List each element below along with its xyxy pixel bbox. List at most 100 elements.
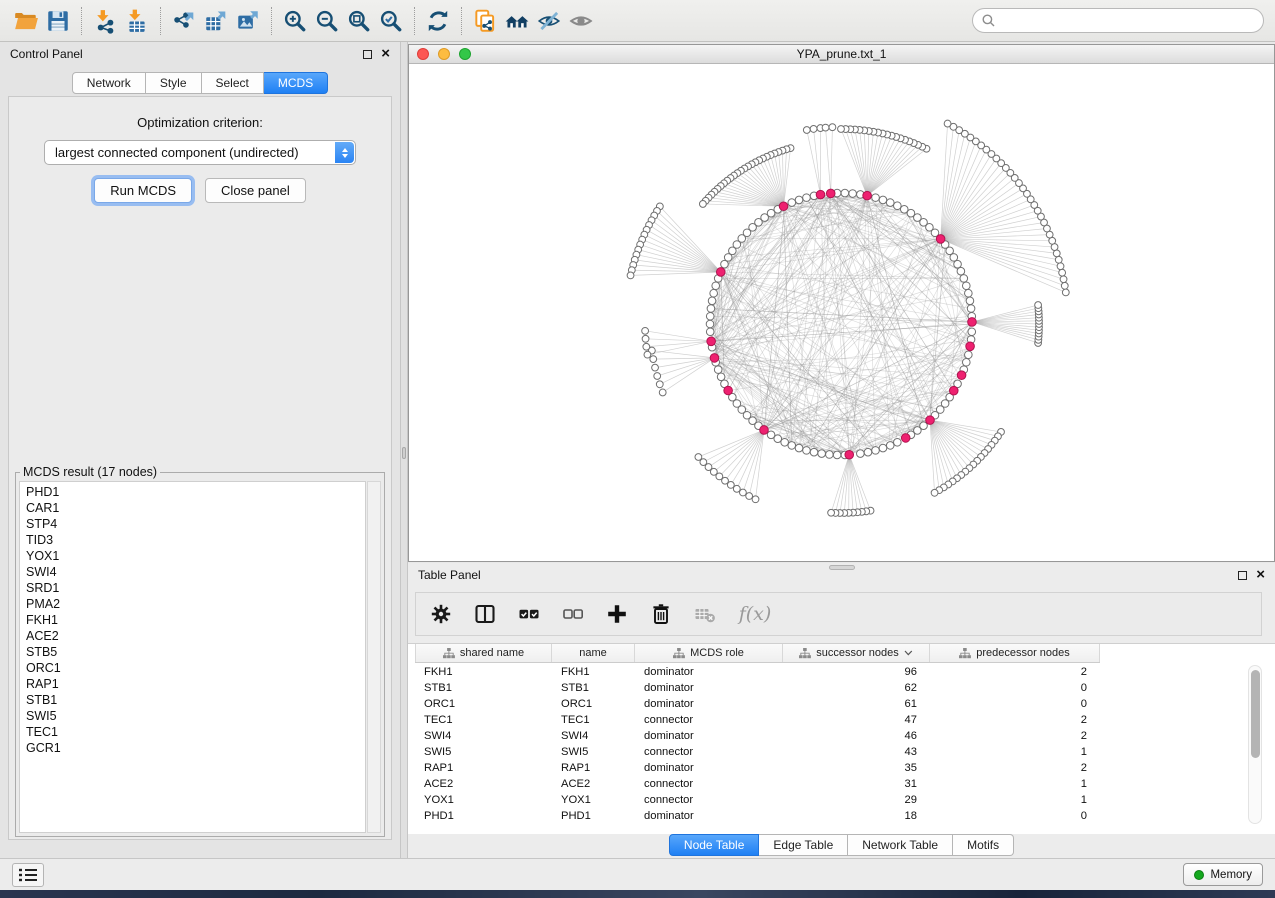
tab-select[interactable]: Select (202, 72, 264, 94)
node-table: shared name name MCDS rolesuccessor nodesp… (408, 643, 1275, 834)
save-session-button[interactable] (42, 5, 74, 37)
column-header-shared_name[interactable]: shared name (415, 644, 552, 662)
delete-column-button[interactable] (648, 601, 674, 627)
attribute-type-icon (443, 648, 455, 659)
column-header-name[interactable]: name (552, 644, 635, 662)
float-table-panel-icon[interactable] (1238, 571, 1247, 580)
zoom-selected-button[interactable] (375, 5, 407, 37)
mcds-result-item[interactable]: ACE2 (20, 628, 365, 644)
cell-mcds_role: dominator (635, 762, 783, 774)
mcds-result-item[interactable]: CAR1 (20, 500, 365, 516)
toolbar-separator (81, 7, 82, 35)
mcds-result-item[interactable]: STP4 (20, 516, 365, 532)
optimization-criterion-value: largest connected component (undirected) (55, 145, 299, 160)
table-row[interactable]: PHD1PHD1dominator180 (415, 808, 1255, 824)
mcds-result-list: PHD1CAR1STP4TID3YOX1SWI4SRD1PMA2FKH1ACE2… (19, 481, 366, 833)
table-row[interactable]: SWI4SWI4dominator462 (415, 728, 1255, 744)
mcds-result-scrollbar[interactable] (367, 481, 381, 833)
cell-name: PHD1 (552, 810, 635, 822)
table-row[interactable]: TEC1TEC1connector472 (415, 712, 1255, 728)
network-from-selection-button[interactable] (469, 5, 501, 37)
tab-motifs[interactable]: Motifs (953, 834, 1014, 856)
column-header-successor_nodes[interactable]: successor nodes (783, 644, 930, 662)
import-network-button[interactable] (89, 5, 121, 37)
mcds-result-item[interactable]: TEC1 (20, 724, 365, 740)
search-box[interactable] (972, 8, 1264, 33)
network-window-titlebar[interactable]: YPA_prune.txt_1 (409, 45, 1274, 64)
export-table-button[interactable] (200, 5, 232, 37)
column-header-predecessor_nodes[interactable]: predecessor nodes (930, 644, 1100, 662)
network-canvas[interactable] (409, 64, 1274, 561)
attribute-type-icon (799, 648, 811, 659)
optimization-criterion-select[interactable]: largest connected component (undirected) (44, 140, 356, 165)
mcds-result-item[interactable]: GCR1 (20, 740, 365, 756)
search-input[interactable] (1001, 14, 1254, 28)
tab-network-table[interactable]: Network Table (848, 834, 953, 856)
table-row[interactable]: STB1STB1dominator620 (415, 680, 1255, 696)
memory-button[interactable]: Memory (1183, 863, 1263, 886)
table-scrollbar[interactable] (1248, 665, 1262, 824)
tab-style[interactable]: Style (146, 72, 202, 94)
mcds-result-item[interactable]: ORC1 (20, 660, 365, 676)
run-mcds-button[interactable]: Run MCDS (94, 178, 192, 203)
window-close-icon[interactable] (417, 48, 429, 60)
cell-mcds_role: dominator (635, 698, 783, 710)
vertical-splitter[interactable] (400, 42, 408, 858)
tab-edge-table[interactable]: Edge Table (759, 834, 848, 856)
zoom-out-button[interactable] (311, 5, 343, 37)
table-row[interactable]: RAP1RAP1dominator352 (415, 760, 1255, 776)
zoom-in-button[interactable] (279, 5, 311, 37)
close-panel-button[interactable]: Close panel (205, 178, 306, 203)
open-folder-button[interactable] (10, 5, 42, 37)
cell-name: RAP1 (552, 762, 635, 774)
window-minimize-icon[interactable] (438, 48, 450, 60)
column-label: name (579, 647, 607, 659)
show-all-button[interactable] (565, 5, 597, 37)
table-row[interactable]: ORC1ORC1dominator610 (415, 696, 1255, 712)
mcds-result-item[interactable]: PHD1 (20, 484, 365, 500)
table-scrollbar-thumb[interactable] (1251, 670, 1260, 758)
column-visibility-button[interactable] (472, 601, 498, 627)
mcds-result-item[interactable]: SWI4 (20, 564, 365, 580)
mcds-result-item[interactable]: YOX1 (20, 548, 365, 564)
column-header-mcds_role[interactable]: MCDS role (635, 644, 783, 662)
mcds-result-item[interactable]: FKH1 (20, 612, 365, 628)
splitter-grip[interactable] (402, 447, 406, 459)
cell-shared_name: STB1 (415, 682, 552, 694)
add-column-button[interactable] (604, 601, 630, 627)
window-maximize-icon[interactable] (459, 48, 471, 60)
table-row[interactable]: YOX1YOX1connector291 (415, 792, 1255, 808)
mcds-result-item[interactable]: PMA2 (20, 596, 365, 612)
hide-selected-button[interactable] (533, 5, 565, 37)
tab-mcds[interactable]: MCDS (264, 72, 328, 94)
zoom-fit-button[interactable] (343, 5, 375, 37)
refresh-button[interactable] (422, 5, 454, 37)
table-row[interactable]: FKH1FKH1dominator962 (415, 664, 1255, 680)
close-table-panel-icon[interactable]: × (1256, 570, 1265, 580)
first-neighbors-button[interactable] (501, 5, 533, 37)
table-row[interactable]: SWI5SWI5connector431 (415, 744, 1255, 760)
mcds-result-item[interactable]: STB1 (20, 692, 365, 708)
mcds-result-item[interactable]: RAP1 (20, 676, 365, 692)
table-panel-title: Table Panel (418, 568, 481, 582)
cell-successor_nodes: 47 (783, 714, 930, 726)
tab-node-table[interactable]: Node Table (669, 834, 760, 856)
cell-successor_nodes: 29 (783, 794, 930, 806)
table-row[interactable]: ACE2ACE2connector311 (415, 776, 1255, 792)
import-table-button[interactable] (121, 5, 153, 37)
export-network-button[interactable] (168, 5, 200, 37)
task-history-button[interactable] (12, 863, 44, 887)
mcds-result-item[interactable]: STB5 (20, 644, 365, 660)
tab-network[interactable]: Network (72, 72, 146, 94)
deselect-all-button[interactable] (560, 601, 586, 627)
select-all-button[interactable] (516, 601, 542, 627)
table-settings-button[interactable] (428, 601, 454, 627)
mcds-result-item[interactable]: TID3 (20, 532, 365, 548)
mcds-result-item[interactable]: SWI5 (20, 708, 365, 724)
show-all-icon (568, 8, 594, 34)
network-graph[interactable] (409, 64, 1274, 561)
close-panel-icon[interactable]: × (381, 49, 390, 59)
float-panel-icon[interactable] (363, 50, 372, 59)
export-image-button[interactable] (232, 5, 264, 37)
mcds-result-item[interactable]: SRD1 (20, 580, 365, 596)
